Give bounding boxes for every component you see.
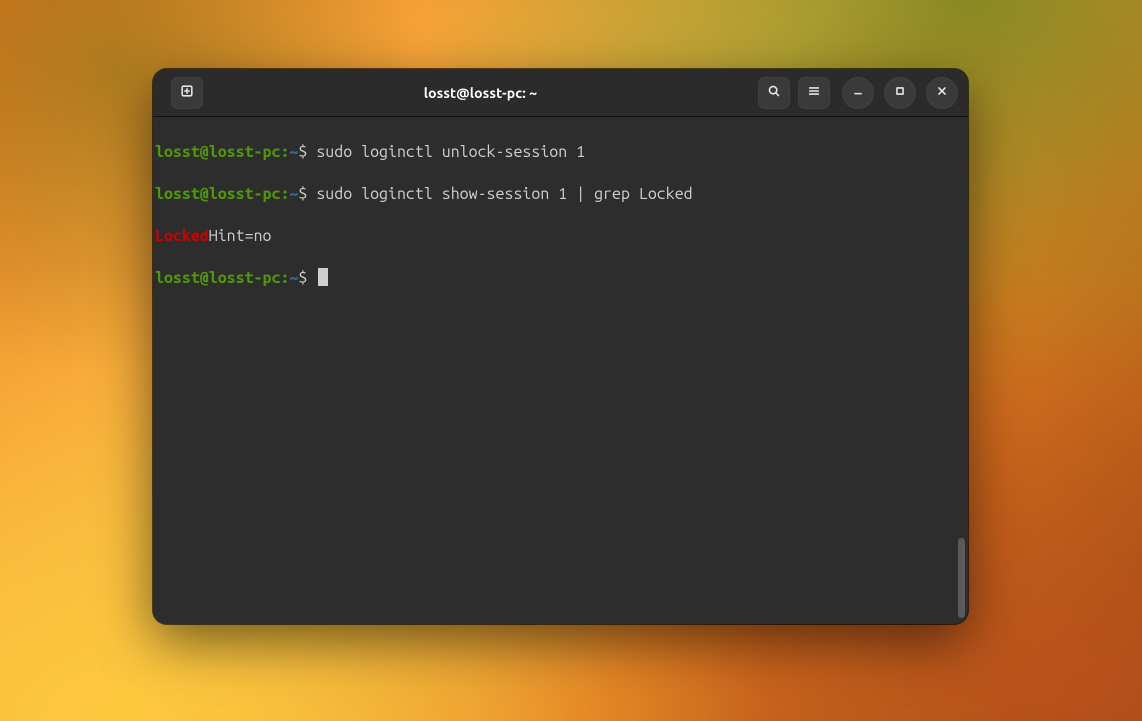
terminal-line: LockedHint=no: [155, 226, 964, 247]
terminal-line: losst@losst-pc:~$ sudo loginctl unlock-s…: [155, 142, 964, 163]
close-icon: [935, 84, 949, 102]
search-button[interactable]: [758, 77, 790, 109]
minimize-button[interactable]: [842, 77, 874, 109]
cursor-block: [318, 268, 328, 286]
minimize-icon: [851, 84, 865, 102]
command-text: [307, 269, 316, 287]
prompt-symbol: $: [298, 185, 307, 203]
new-tab-icon: [180, 84, 194, 102]
grep-match: Locked: [155, 227, 209, 245]
terminal-body[interactable]: losst@losst-pc:~$ sudo loginctl unlock-s…: [153, 117, 968, 624]
terminal-line: losst@losst-pc:~$: [155, 268, 964, 289]
new-tab-button[interactable]: [171, 77, 203, 109]
desktop-wallpaper: losst@losst-pc: ~: [0, 0, 1142, 721]
maximize-icon: [893, 84, 907, 102]
command-text: sudo loginctl unlock-session 1: [307, 143, 585, 161]
hamburger-icon: [807, 84, 821, 102]
window-controls: [842, 77, 958, 109]
window-title: losst@losst-pc: ~: [211, 85, 750, 101]
prompt-userhost: losst@losst-pc: [155, 185, 280, 203]
search-icon: [767, 84, 781, 102]
close-button[interactable]: [926, 77, 958, 109]
terminal-window: losst@losst-pc: ~: [153, 69, 968, 624]
prompt-userhost: losst@losst-pc: [155, 143, 280, 161]
maximize-button[interactable]: [884, 77, 916, 109]
prompt-userhost: losst@losst-pc: [155, 269, 280, 287]
prompt-symbol: $: [298, 143, 307, 161]
terminal-line: losst@losst-pc:~$ sudo loginctl show-ses…: [155, 184, 964, 205]
menu-button[interactable]: [798, 77, 830, 109]
command-text: sudo loginctl show-session 1 | grep Lock…: [307, 185, 692, 203]
scrollbar-thumb[interactable]: [958, 538, 965, 618]
titlebar[interactable]: losst@losst-pc: ~: [153, 69, 968, 117]
output-text: Hint=no: [209, 227, 272, 245]
prompt-symbol: $: [298, 269, 307, 287]
